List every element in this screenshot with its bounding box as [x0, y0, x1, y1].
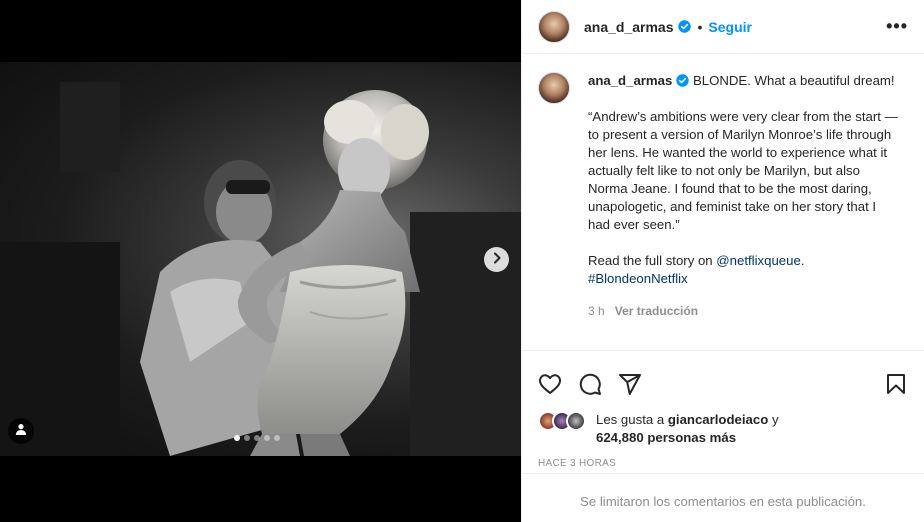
post-photo [0, 62, 521, 456]
read-story-suffix: . [800, 253, 805, 268]
caption-lead: BLONDE. What a beautiful dream! [692, 73, 895, 88]
liker-avatars[interactable] [538, 411, 590, 431]
comments-limited-notice: Se limitaron los comentarios en esta pub… [580, 494, 866, 509]
caption-age: 3 h [588, 304, 605, 318]
post-header: ana_d_armas • Seguir ••• [522, 0, 924, 54]
paper-plane-icon[interactable] [618, 372, 642, 396]
caption-text: ana_d_armas BLONDE. What a beautiful dre… [588, 72, 898, 350]
comment-icon[interactable] [578, 372, 602, 396]
post-timestamp[interactable]: HACE 3 HORAS [522, 453, 924, 474]
caption-section: ana_d_armas BLONDE. What a beautiful dre… [522, 54, 924, 351]
carousel-indicator [234, 435, 280, 441]
likes-text: Les gusta a giancarlodeiaco y 624,880 pe… [596, 411, 779, 449]
caption-author-username[interactable]: ana_d_armas [588, 73, 672, 88]
follow-button[interactable]: Seguir [708, 19, 752, 35]
next-slide-button[interactable] [484, 247, 509, 272]
bookmark-icon[interactable] [884, 372, 908, 396]
carousel-dot [264, 435, 270, 441]
likes-section: Les gusta a giancarlodeiaco y 624,880 pe… [522, 403, 924, 449]
liker-username[interactable]: giancarlodeiaco [668, 412, 768, 427]
post-side-panel: ana_d_armas • Seguir ••• ana_d_armas BLO… [521, 0, 924, 522]
heart-icon[interactable] [538, 372, 562, 396]
header-separator: • [697, 18, 703, 35]
likes-and: y [768, 412, 779, 427]
user-tag-icon [15, 422, 27, 440]
carousel-dot [254, 435, 260, 441]
likes-prefix: Les gusta a [596, 412, 668, 427]
verified-badge-icon [677, 20, 691, 33]
hashtag-link[interactable]: #BlondeonNetflix [588, 271, 688, 286]
post-media [0, 0, 521, 522]
likes-count[interactable]: 624,880 personas más [596, 430, 736, 445]
read-story-prefix: Read the full story on [588, 253, 717, 268]
carousel-dot-active [234, 435, 240, 441]
verified-badge-icon [676, 74, 690, 87]
chevron-right-icon [491, 251, 503, 269]
see-translation-button[interactable]: Ver traducción [615, 302, 698, 320]
author-username[interactable]: ana_d_armas [584, 19, 674, 35]
more-options-icon[interactable]: ••• [886, 16, 908, 37]
caption-author-avatar[interactable] [538, 72, 570, 104]
author-avatar[interactable] [538, 10, 570, 43]
caption-quote: “Andrew’s ambitions were very clear from… [588, 109, 898, 232]
tagged-users-button[interactable] [8, 418, 34, 444]
mention-link[interactable]: @netflixqueue [716, 253, 801, 268]
avatar [566, 411, 586, 431]
carousel-dot [274, 435, 280, 441]
action-bar [522, 351, 924, 403]
carousel-dot [244, 435, 250, 441]
caption-meta: 3 h Ver traducción [588, 302, 898, 320]
